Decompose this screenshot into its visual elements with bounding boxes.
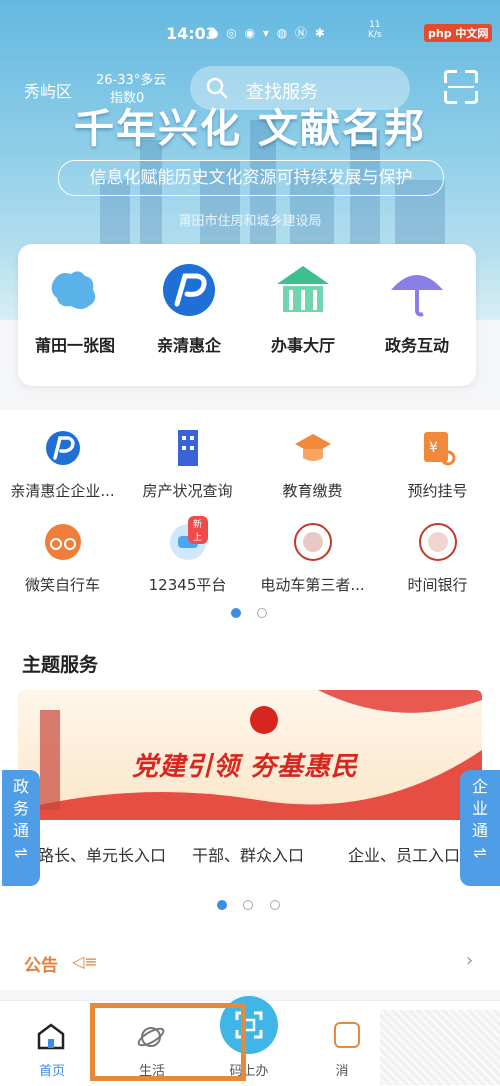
swap-icon: ⇌ [14, 843, 28, 862]
theme-dot-active[interactable] [217, 900, 227, 910]
nav-home[interactable]: 首页 [22, 1060, 82, 1079]
side-tab-enterprise[interactable]: 企业通 ⇌ [460, 770, 500, 886]
organization-name: 莆田市住房和城乡建设局 [178, 214, 322, 229]
building-icon [168, 428, 208, 468]
grid-item-bike[interactable]: 微笑自行车 [0, 522, 125, 595]
service-qqhq[interactable]: 亲清惠企 [132, 260, 246, 356]
grid-item-education[interactable]: 教育缴费 [250, 428, 375, 501]
notice-label: 公告 [24, 956, 58, 976]
new-badge: 新上 [187, 516, 208, 544]
home-icon[interactable] [36, 1022, 66, 1050]
slogan: 千年兴化 文献名邦 [74, 105, 426, 152]
sub-slogan: 信息化赋能历史文化资源可持续发展与保护 [58, 160, 444, 196]
service-grid: 亲清惠企企业... 房产状况查询 教育缴费 ¥ 预约挂号 微笑自行车 新上 12… [0, 410, 500, 630]
service-interaction[interactable]: 政务互动 [360, 260, 474, 356]
message-icon[interactable] [334, 1022, 360, 1048]
entry-enterprise[interactable]: 企业、员工入口 [348, 842, 460, 866]
top-services-card: 莆田一张图 亲清惠企 办事大厅 政务互动 [18, 244, 476, 386]
page-dot[interactable] [257, 608, 267, 618]
time-bank-icon [418, 522, 458, 562]
umbrella-icon [387, 260, 447, 320]
theme-title: 主题服务 [22, 654, 99, 676]
nav-message[interactable]: 消 [312, 1060, 372, 1079]
watermark: php 中文网 [424, 24, 493, 42]
theme-dot[interactable] [270, 900, 280, 910]
highlight-box [90, 1003, 246, 1081]
grid-item-ebike[interactable]: 电动车第三者... [250, 522, 375, 595]
grid-item-12345[interactable]: 新上 12345平台 [125, 516, 250, 595]
service-hall[interactable]: 办事大厅 [246, 260, 360, 356]
grid-item-qqhq[interactable]: 亲清惠企企业... [0, 428, 125, 501]
theme-dot[interactable] [243, 900, 253, 910]
side-tab-government[interactable]: 政务通 ⇌ [2, 770, 40, 886]
registration-icon: ¥ [418, 428, 458, 468]
grid-item-property[interactable]: 房产状况查询 [125, 428, 250, 501]
entry-road-leader[interactable]: 路长、单元长入口 [38, 842, 166, 866]
speaker-icon: ◁≡ [72, 952, 98, 971]
hotline-icon: 新上 [168, 516, 208, 562]
grid-item-registration[interactable]: ¥ 预约挂号 [375, 428, 500, 501]
status-icons: ● ◎ ◉ ▾ ◍ Ⓝ ✱ [208, 26, 327, 40]
bike-icon [43, 522, 83, 562]
banner-text: 党建引领 夯基惠民 [132, 752, 359, 782]
qqhq-icon [43, 428, 83, 468]
graduation-cap-icon [293, 428, 333, 468]
status-bar: 14:03 ● ◎ ◉ ▾ ◍ Ⓝ ✱ 11K/s 46 php 中文网 [0, 0, 500, 60]
mosaic-overlay [380, 1010, 500, 1085]
map-icon [45, 260, 105, 320]
svg-text:¥: ¥ [429, 440, 438, 456]
entry-cadre[interactable]: 干部、群众入口 [192, 842, 304, 866]
ebike-icon [293, 522, 333, 562]
chevron-right-icon[interactable]: › [466, 950, 473, 971]
grid-item-timebank[interactable]: 时间银行 [375, 522, 500, 595]
network-speed: 11 K/s [368, 20, 382, 40]
qqhq-logo-icon [159, 260, 219, 320]
swap-icon: ⇌ [473, 843, 487, 862]
page-dot-active[interactable] [231, 608, 241, 618]
service-putian-map[interactable]: 莆田一张图 [18, 260, 132, 356]
hall-icon [273, 260, 333, 320]
